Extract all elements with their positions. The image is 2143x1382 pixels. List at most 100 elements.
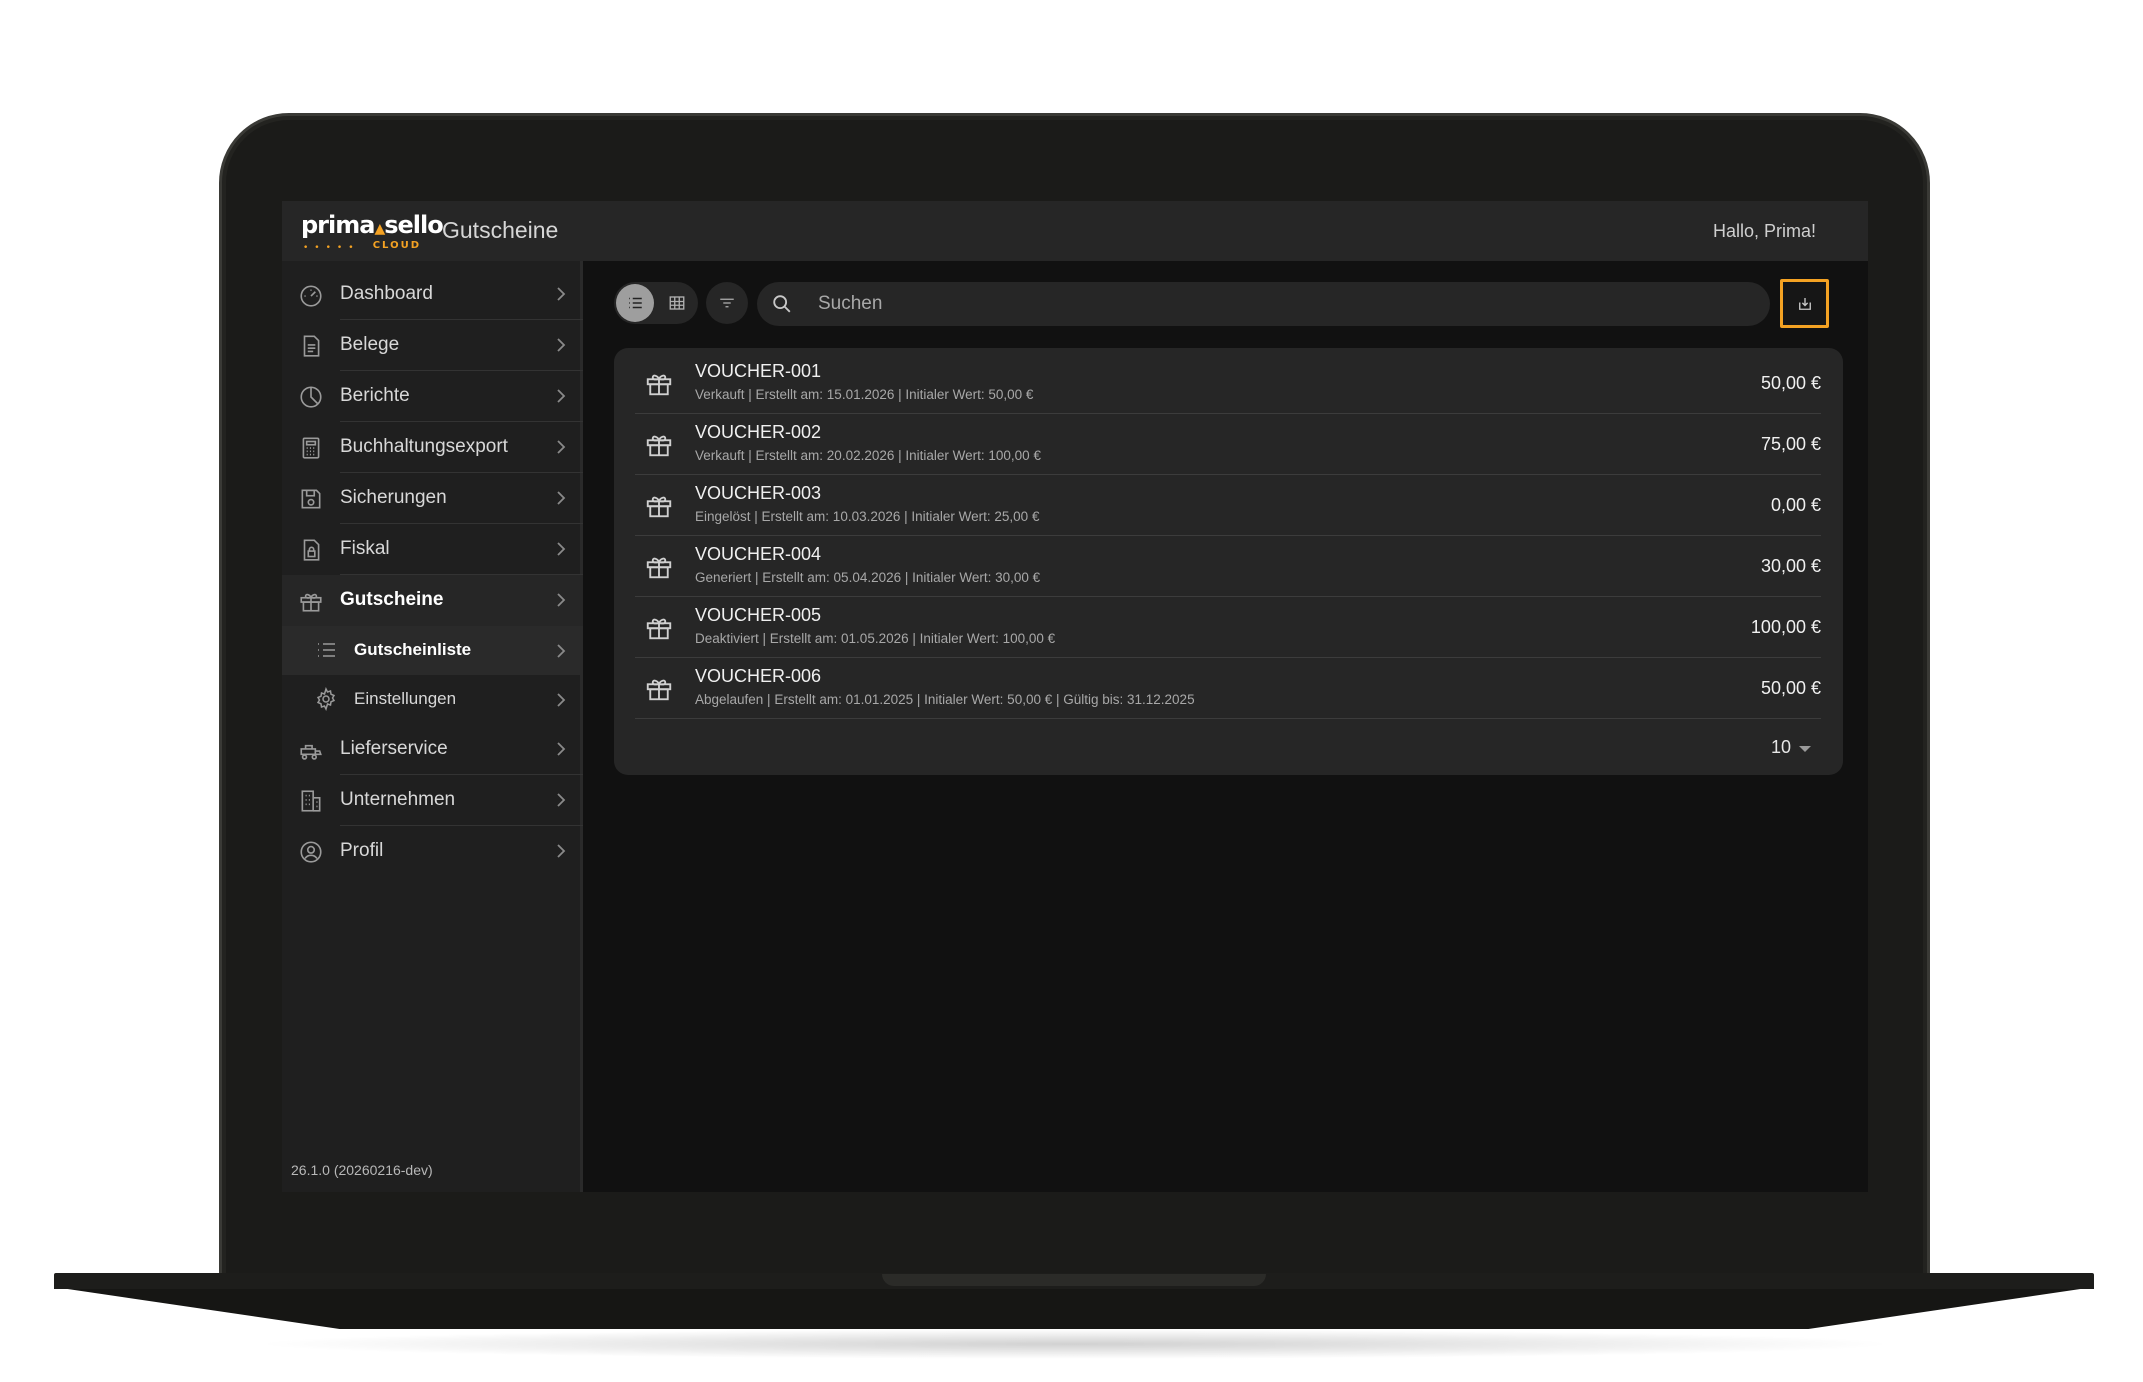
chevron-right-icon [557,693,566,707]
logo-dots: ••••• [303,243,360,253]
sidebar: Dashboard Belege Berichte Buchhaltungsex… [282,261,583,1192]
user-greeting[interactable]: Hallo, Prima! [1713,221,1816,242]
logo-text-accent: sello [384,211,444,239]
app-screen: prima▲sello ••••• CLOUD Gutscheine Hallo… [282,201,1868,1192]
sidebar-item-sicherungen[interactable]: Sicherungen [282,473,583,524]
dropdown-arrow-icon [1799,745,1811,752]
voucher-row[interactable]: VOUCHER-003 Eingelöst | Erstellt am: 10.… [635,475,1821,536]
sidebar-item-belege[interactable]: Belege [282,320,583,371]
sidebar-item-lieferservice[interactable]: Lieferservice [282,724,583,775]
voucher-code: VOUCHER-002 [695,422,822,442]
top-bar: prima▲sello ••••• CLOUD Gutscheine Hallo… [282,201,1868,261]
chevron-right-icon [557,742,566,756]
save-icon [301,489,321,509]
pie-chart-icon [300,386,322,408]
sidebar-item-buchhaltungsexport[interactable]: Buchhaltungsexport [282,422,583,473]
sidebar-item-label: Lieferservice [340,738,448,759]
chevron-right-icon [557,644,566,658]
sidebar-item-unternehmen[interactable]: Unternehmen [282,775,583,826]
user-icon [300,841,322,863]
chevron-right-icon [557,389,566,403]
voucher-code: VOUCHER-003 [695,483,822,503]
sidebar-item-gutscheine[interactable]: Gutscheine [282,575,583,626]
document-icon [303,335,320,357]
voucher-amount: 30,00 € [1760,556,1821,576]
sidebar-item-label: Buchhaltungsexport [340,436,508,457]
voucher-code: VOUCHER-001 [695,361,822,381]
voucher-code: VOUCHER-004 [695,544,822,564]
sidebar-item-profil[interactable]: Profil [282,826,583,877]
view-toggle [614,282,698,324]
table-view-button[interactable] [658,284,696,322]
voucher-details: Generiert | Erstellt am: 05.04.2026 | In… [695,570,1041,585]
chevron-right-icon [557,793,566,807]
voucher-amount: 0,00 € [1770,495,1821,515]
list-icon [318,643,335,657]
gift-icon [300,593,322,612]
export-button[interactable] [1780,279,1829,328]
search-icon [773,295,791,313]
table-icon [669,296,685,310]
voucher-code: VOUCHER-006 [695,666,822,686]
gift-icon [646,679,672,701]
gift-icon [646,557,672,579]
voucher-details: Verkauft | Erstellt am: 20.02.2026 | Ini… [695,448,1041,463]
voucher-details: Abgelaufen | Erstellt am: 01.01.2025 | I… [695,692,1195,707]
list-view-button[interactable] [616,284,654,322]
page-size-select[interactable]: 10 [1771,737,1811,758]
chevron-right-icon [557,491,566,505]
chevron-right-icon [557,844,566,858]
sidebar-item-dashboard[interactable]: Dashboard [282,269,583,320]
download-icon [1798,297,1811,310]
page-size-value: 10 [1770,737,1791,757]
gauge-icon [300,285,322,307]
gift-icon [646,435,672,457]
sidebar-subitem-gutscheinliste[interactable]: Gutscheinliste [282,626,583,675]
chevron-right-icon [557,338,566,352]
filter-icon [720,298,734,308]
voucher-row[interactable]: VOUCHER-004 Generiert | Erstellt am: 05.… [635,536,1821,597]
lock-document-icon [303,539,320,561]
list-toolbar [614,279,1844,328]
sidebar-item-label: Belege [340,334,400,355]
sidebar-item-label: Gutscheine [340,589,444,610]
search-box [757,282,1770,326]
voucher-details: Eingelöst | Erstellt am: 10.03.2026 | In… [695,509,1040,524]
voucher-row[interactable]: VOUCHER-002 Verkauft | Erstellt am: 20.0… [635,414,1821,475]
sidebar-item-label: Fiskal [340,538,390,559]
sidebar-item-fiskal[interactable]: Fiskal [282,524,583,575]
building-icon [301,790,321,812]
app-version: 26.1.0 (20260216-dev) [291,1162,433,1178]
sidebar-item-label: Sicherungen [340,487,447,508]
logo-sub: CLOUD [372,240,421,251]
logo-text-main: prima [301,211,375,239]
calculator-icon [302,437,320,459]
sidebar-item-berichte[interactable]: Berichte [282,371,583,422]
chevron-right-icon [557,440,566,454]
voucher-details: Deaktiviert | Erstellt am: 01.05.2026 | … [695,631,1056,646]
laptop-base-curve [54,1287,2094,1329]
page-title: Gutscheine [442,217,559,243]
voucher-row[interactable]: VOUCHER-006 Abgelaufen | Erstellt am: 01… [635,658,1821,719]
voucher-amount: 50,00 € [1760,373,1821,393]
voucher-amount: 100,00 € [1750,617,1821,637]
voucher-row[interactable]: VOUCHER-005 Deaktiviert | Erstellt am: 0… [635,597,1821,658]
voucher-row[interactable]: VOUCHER-001 Verkauft | Erstellt am: 15.0… [635,353,1821,414]
primasello-logo[interactable]: prima▲sello ••••• CLOUD [301,211,444,253]
voucher-details: Verkauft | Erstellt am: 15.01.2026 | Ini… [695,387,1034,402]
sidebar-subitem-label: Gutscheinliste [354,640,472,659]
laptop-notch [882,1274,1266,1286]
delivery-icon [300,744,322,760]
sidebar-item-label: Berichte [340,385,410,406]
sidebar-subitem-einstellungen[interactable]: Einstellungen [282,675,583,724]
chevron-right-icon [557,593,566,607]
filter-button[interactable] [706,282,748,324]
search-input[interactable] [818,288,1718,320]
voucher-amount: 50,00 € [1760,678,1821,698]
laptop-shadow [250,1329,1900,1359]
gift-icon [646,374,672,396]
gear-icon [316,687,336,711]
sidebar-item-label: Profil [340,840,384,861]
list-icon [629,297,642,309]
sidebar-item-label: Unternehmen [340,789,456,810]
